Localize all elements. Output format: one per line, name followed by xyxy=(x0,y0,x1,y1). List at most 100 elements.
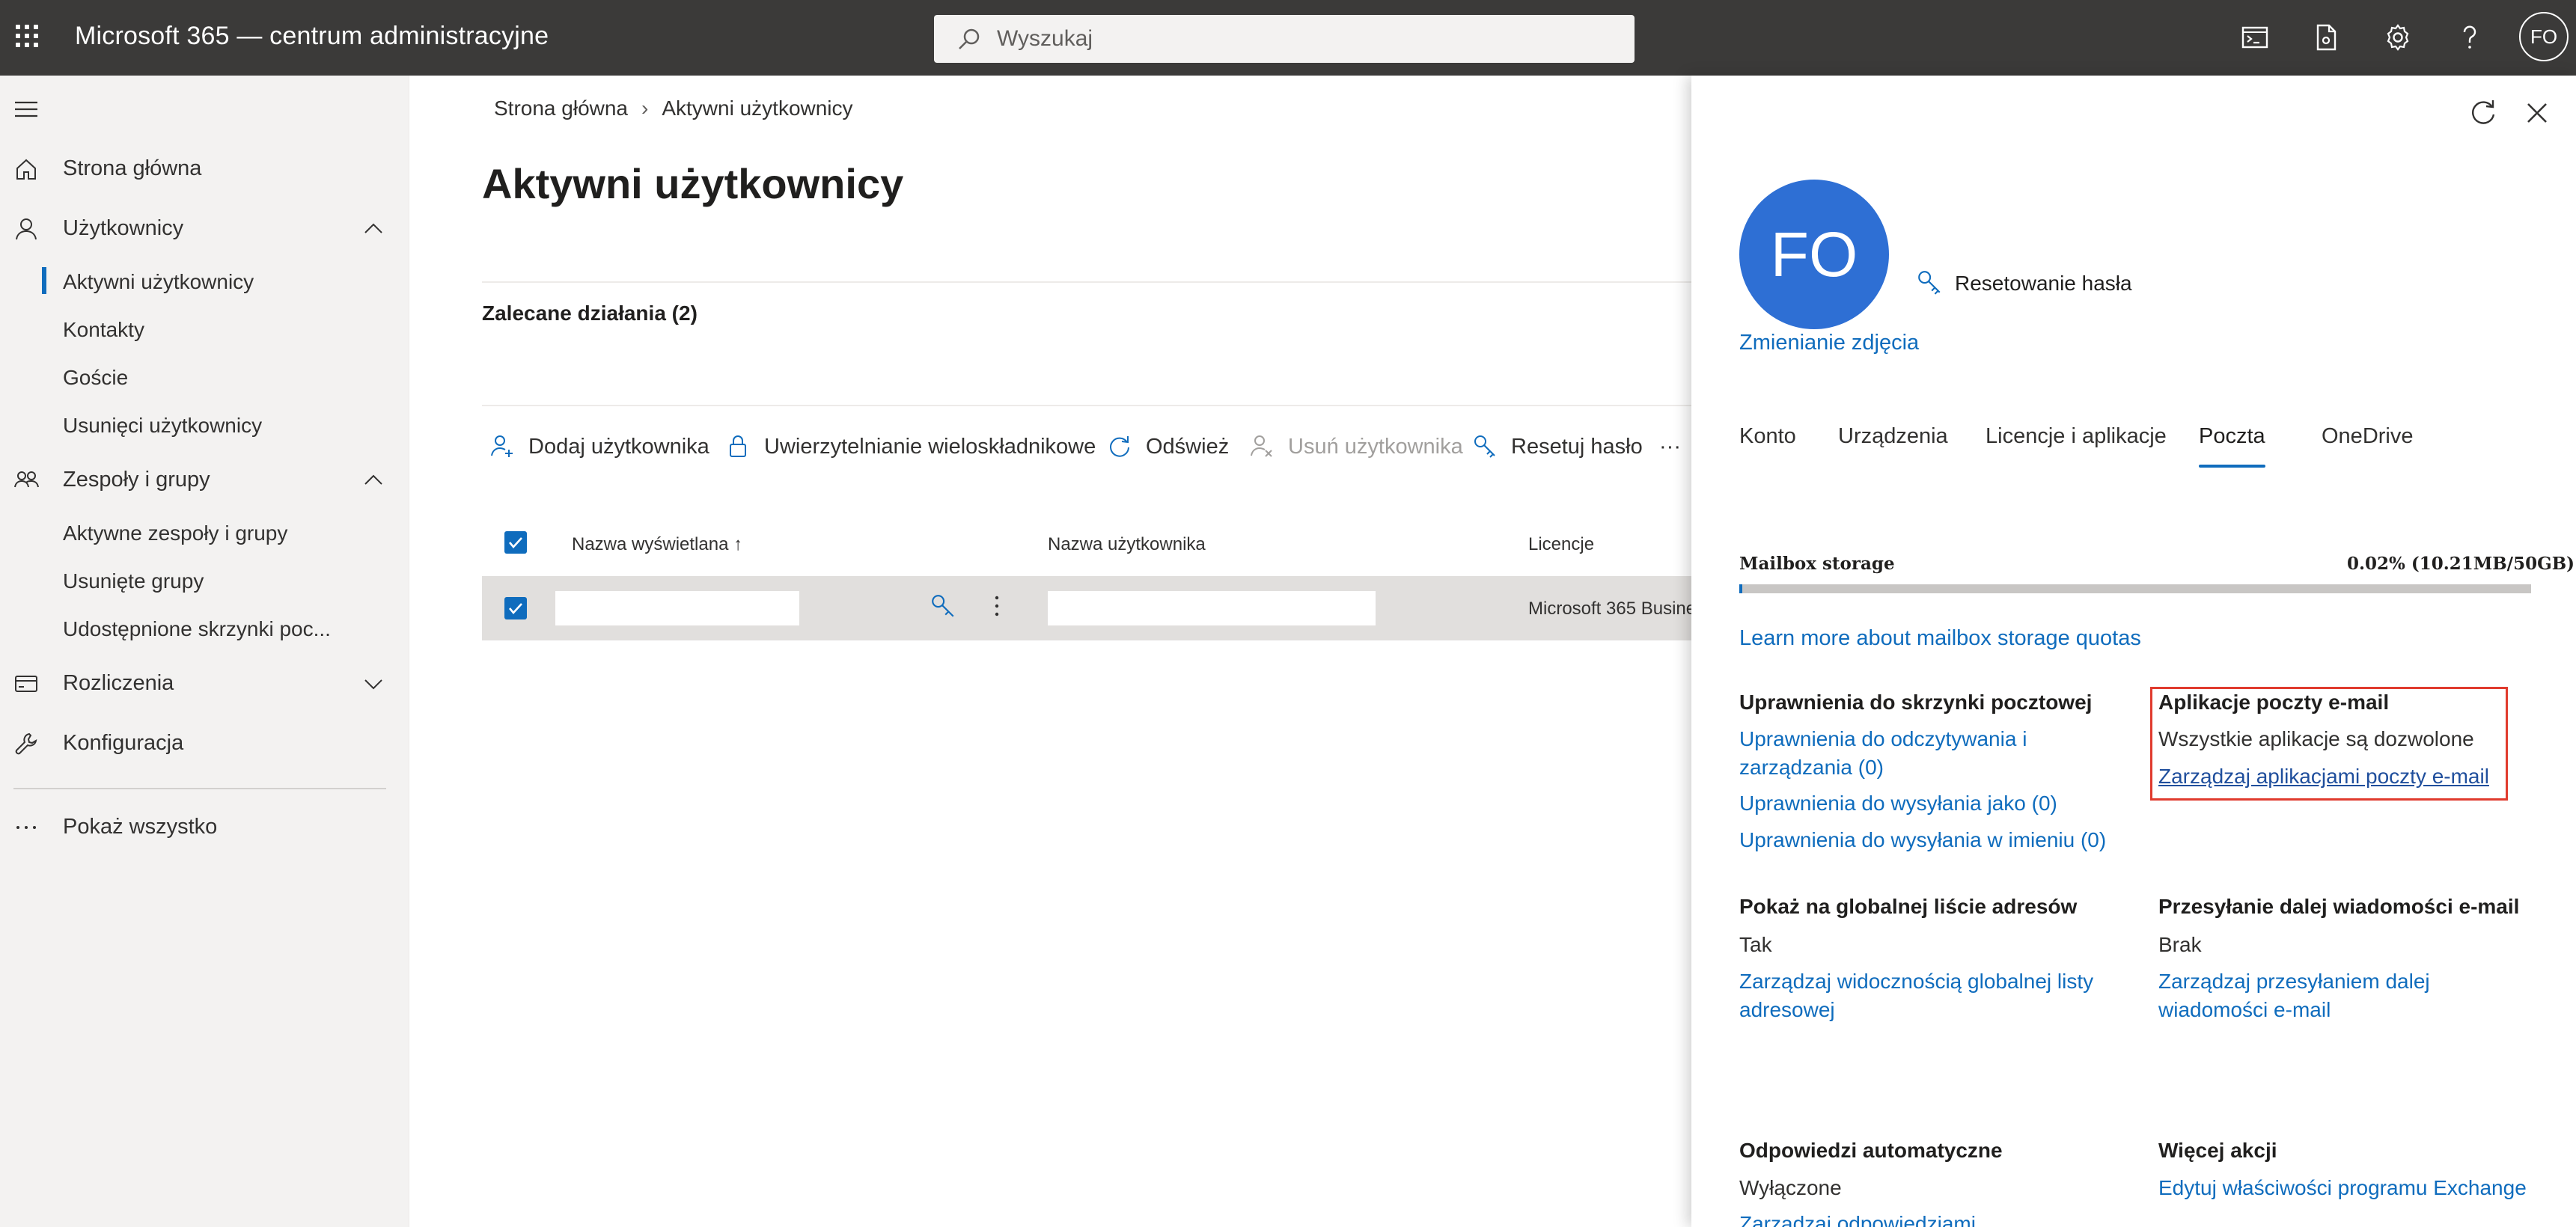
user-avatar[interactable]: FO xyxy=(2519,12,2569,61)
nav-item-shared-mailboxes[interactable]: Udostępnione skrzynki poc... xyxy=(0,608,409,650)
refresh-label: Odśwież xyxy=(1146,435,1230,459)
nav-item-label: Aktywne zespoły i grupy xyxy=(63,521,288,545)
more-vertical-icon[interactable] xyxy=(983,593,1010,619)
chevron-down-icon[interactable] xyxy=(362,673,385,695)
learn-more-link[interactable]: Learn more about mailbox storage quotas xyxy=(1739,626,2141,651)
column-header-display-name[interactable]: Nazwa wyświetlana ↑ xyxy=(572,534,742,555)
credit-card-icon xyxy=(15,676,37,692)
chevron-up-icon[interactable] xyxy=(362,469,385,492)
chevron-up-icon[interactable] xyxy=(362,218,385,240)
refresh-button[interactable]: Odśwież xyxy=(1099,424,1234,469)
add-user-button[interactable]: Dodaj użytkownika xyxy=(482,424,709,469)
top-bar: Microsoft 365 — centrum administracyjne … xyxy=(0,0,2576,76)
settings-icon[interactable] xyxy=(2380,19,2416,55)
hamburger-menu-icon[interactable] xyxy=(13,98,39,120)
manage-auto-replies-link[interactable]: Zarządzaj odpowiedziami automatycznymi xyxy=(1739,1210,2024,1227)
help-icon[interactable] xyxy=(2452,19,2488,55)
key-icon[interactable] xyxy=(930,593,956,619)
search-box[interactable]: Wyszukaj xyxy=(934,15,1635,63)
auto-replies-title: Odpowiedzi automatyczne xyxy=(1739,1139,2003,1162)
edit-exchange-properties-link[interactable]: Edytuj właściwości programu Exchange xyxy=(2158,1174,2527,1202)
send-as-permissions-link[interactable]: Uprawnienia do wysyłania jako (0) xyxy=(1739,789,2057,818)
nav-item-label: Udostępnione skrzynki poc... xyxy=(63,617,331,640)
divider xyxy=(482,281,1691,283)
tab-label: Licencje i aplikacje xyxy=(1986,424,2167,448)
licenses-cell: Microsoft 365 Busine xyxy=(1528,599,1697,619)
nav-item-active-users[interactable]: Aktywni użytkownicy xyxy=(0,261,409,303)
manage-gal-link[interactable]: Zarządzaj widocznością globalnej listy a… xyxy=(1739,967,2113,1024)
delete-user-label: Usuń użytkownika xyxy=(1288,435,1463,459)
refresh-icon[interactable] xyxy=(2467,97,2500,129)
username-cell[interactable] xyxy=(1048,591,1376,625)
nav-item-deleted-users[interactable]: Usunięci użytkownicy xyxy=(0,405,409,447)
nav-item-teams-groups[interactable]: Zespoły i grupy xyxy=(0,459,409,501)
nav-item-guests[interactable]: Goście xyxy=(0,357,409,399)
tab-label: Poczta xyxy=(2199,424,2265,448)
nav-item-active-teams[interactable]: Aktywne zespoły i grupy xyxy=(0,512,409,554)
manage-email-apps-link[interactable]: Zarządzaj aplikacjami poczty e-mail xyxy=(2158,762,2489,791)
app-title[interactable]: Microsoft 365 — centrum administracyjne xyxy=(75,22,549,51)
nav-item-label: Usunięci użytkownicy xyxy=(63,414,263,437)
reset-password-button[interactable]: Resetuj hasło xyxy=(1465,424,1643,469)
mailbox-storage-bar xyxy=(1739,584,2531,593)
key-icon xyxy=(1474,435,1495,458)
recommended-actions[interactable]: Zalecane działania (2) xyxy=(482,302,698,325)
person-icon xyxy=(16,218,37,240)
add-person-icon xyxy=(491,435,513,457)
document-settings-icon[interactable] xyxy=(2308,19,2344,55)
add-user-label: Dodaj użytkownika xyxy=(528,435,709,459)
nav-item-show-all[interactable]: Pokaż wszystko xyxy=(0,806,409,848)
nav-item-billing[interactable]: Rozliczenia xyxy=(0,662,409,704)
nav-item-label: Strona główna xyxy=(63,156,202,180)
nav-item-home[interactable]: Strona główna xyxy=(0,147,409,189)
manage-forwarding-link[interactable]: Zarządzaj przesyłaniem dalej wiadomości … xyxy=(2158,967,2473,1024)
nav-item-setup[interactable]: Konfiguracja xyxy=(0,722,409,764)
column-header-licenses[interactable]: Licencje xyxy=(1528,534,1594,555)
nav-item-label: Aktywni użytkownicy xyxy=(63,270,254,293)
read-manage-permissions-link[interactable]: Uprawnienia do odczytywania i zarządzani… xyxy=(1739,725,2113,782)
send-on-behalf-permissions-link[interactable]: Uprawnienia do wysyłania w imieniu (0) xyxy=(1739,826,2106,854)
remove-person-icon xyxy=(1251,435,1272,457)
nav-item-contacts[interactable]: Kontakty xyxy=(0,309,409,351)
tab-onedrive[interactable]: OneDrive xyxy=(2322,424,2414,449)
key-icon xyxy=(1918,271,1941,295)
more-commands-button[interactable]: ··· xyxy=(1659,424,1691,469)
tab-licenses-apps[interactable]: Licencje i aplikacje xyxy=(1986,424,2167,449)
checkmark-icon xyxy=(509,537,522,548)
nav-item-label: Rozliczenia xyxy=(63,671,174,695)
auto-replies-value: Wyłączone xyxy=(1739,1176,1842,1199)
active-indicator xyxy=(42,267,46,294)
column-header-username[interactable]: Nazwa użytkownika xyxy=(1048,534,1206,555)
mailbox-storage-label: Mailbox storage xyxy=(1739,554,1895,574)
delete-user-button[interactable]: Usuń użytkownika xyxy=(1242,424,1463,469)
gal-value: Tak xyxy=(1739,933,1772,956)
close-icon[interactable] xyxy=(2522,98,2552,128)
change-photo-link[interactable]: Zmienianie zdjęcia xyxy=(1739,331,1919,355)
nav-item-label: Pokaż wszystko xyxy=(63,815,218,839)
reset-password-label: Resetuj hasło xyxy=(1511,435,1643,459)
checkmark-icon xyxy=(509,603,522,614)
tab-account[interactable]: Konto xyxy=(1739,424,1796,449)
search-input[interactable]: Wyszukaj xyxy=(997,26,1093,52)
mailbox-storage-value: 0.02% (10.21MB/50GB) xyxy=(2347,554,2575,574)
breadcrumb-home[interactable]: Strona główna xyxy=(494,97,628,120)
terminal-icon[interactable] xyxy=(2237,19,2273,55)
select-all-checkbox[interactable] xyxy=(504,531,527,554)
tab-mail[interactable]: Poczta xyxy=(2199,424,2265,468)
breadcrumb-current: Aktywni użytkownicy xyxy=(662,97,853,120)
more-icon: ··· xyxy=(1659,435,1681,459)
display-name-cell[interactable] xyxy=(555,591,799,625)
nav-item-users[interactable]: Użytkownicy xyxy=(0,207,409,249)
mfa-button[interactable]: Uwierzytelnianie wieloskładnikowe xyxy=(718,424,1096,469)
user-avatar-large: FO xyxy=(1739,180,1889,329)
nav-item-deleted-groups[interactable]: Usunięte grupy xyxy=(0,560,409,602)
row-checkbox[interactable] xyxy=(504,597,527,619)
forwarding-value: Brak xyxy=(2158,933,2202,956)
command-bar: Dodaj użytkownika Uwierzytelnianie wielo… xyxy=(482,424,1691,469)
reset-password-label: Resetowanie hasła xyxy=(1955,272,2132,295)
nav-item-label: Konfiguracja xyxy=(63,731,184,755)
table-row[interactable]: Microsoft 365 Busine xyxy=(482,576,1696,640)
home-icon xyxy=(16,159,36,180)
app-launcher-icon[interactable] xyxy=(13,22,40,49)
tab-devices[interactable]: Urządzenia xyxy=(1838,424,1948,449)
